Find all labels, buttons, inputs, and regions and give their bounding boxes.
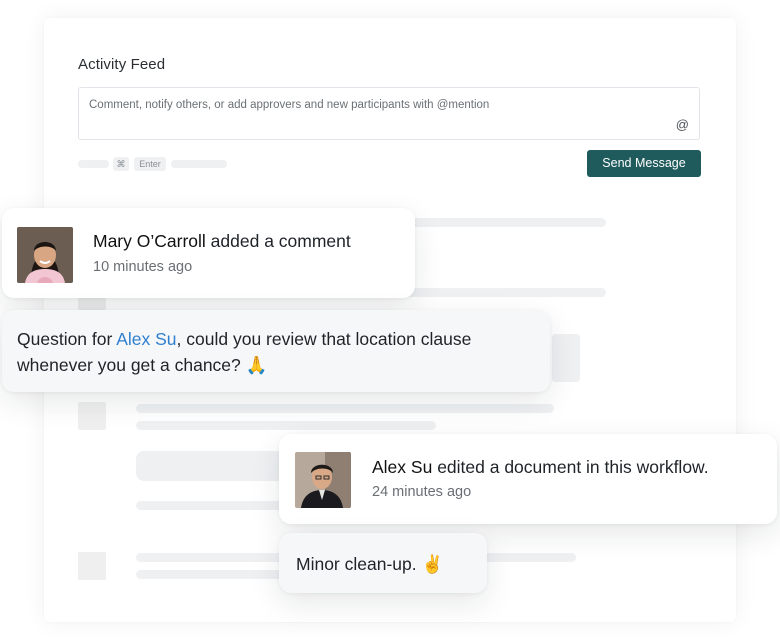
- hint-skeleton: [78, 160, 109, 168]
- comment-placeholder: Comment, notify others, or add approvers…: [89, 99, 490, 111]
- activity-header: Mary O’Carroll added a comment: [93, 231, 351, 252]
- comment-text: Minor clean-up. ✌️: [296, 554, 444, 574]
- activity-feed-title: Activity Feed: [78, 56, 166, 73]
- skeleton-line: [136, 553, 286, 562]
- activity-action: added a comment: [210, 231, 351, 251]
- skeleton-line: [136, 501, 286, 510]
- skeleton-avatar: [78, 402, 106, 430]
- user-mention-link[interactable]: Alex Su: [116, 329, 176, 349]
- command-key-icon: ⌘: [113, 157, 129, 171]
- activity-card-mary: Mary O’Carroll added a comment 10 minute…: [2, 208, 415, 298]
- activity-action: edited a document in this workflow.: [437, 457, 709, 477]
- skeleton-line: [136, 421, 436, 430]
- user-name[interactable]: Mary O’Carroll: [93, 231, 206, 251]
- skeleton-block: [552, 334, 580, 382]
- user-name[interactable]: Alex Su: [372, 457, 432, 477]
- avatar[interactable]: [295, 452, 351, 508]
- comment-text: Question for Alex Su, could you review t…: [17, 326, 487, 378]
- skeleton-line: [136, 404, 554, 413]
- activity-header: Alex Su edited a document in this workfl…: [372, 457, 709, 478]
- timestamp: 24 minutes ago: [372, 484, 472, 500]
- at-mention-icon[interactable]: @: [676, 117, 689, 132]
- skeleton-block: [136, 451, 286, 481]
- message-text: Question for: [17, 329, 117, 349]
- hint-skeleton: [171, 160, 227, 168]
- enter-key-label: Enter: [134, 157, 166, 171]
- avatar[interactable]: [17, 227, 73, 283]
- timestamp: 10 minutes ago: [93, 259, 193, 275]
- avatar-mary-icon: [17, 227, 73, 283]
- skeleton-avatar: [78, 552, 106, 580]
- avatar-alex-icon: [295, 452, 351, 508]
- skeleton-line: [136, 570, 286, 579]
- comment-message-card: Question for Alex Su, could you review t…: [2, 310, 550, 392]
- activity-card-alex: Alex Su edited a document in this workfl…: [279, 434, 777, 524]
- comment-message-card: Minor clean-up. ✌️: [279, 533, 487, 593]
- send-message-button[interactable]: Send Message: [587, 150, 701, 177]
- comment-input[interactable]: Comment, notify others, or add approvers…: [78, 87, 700, 140]
